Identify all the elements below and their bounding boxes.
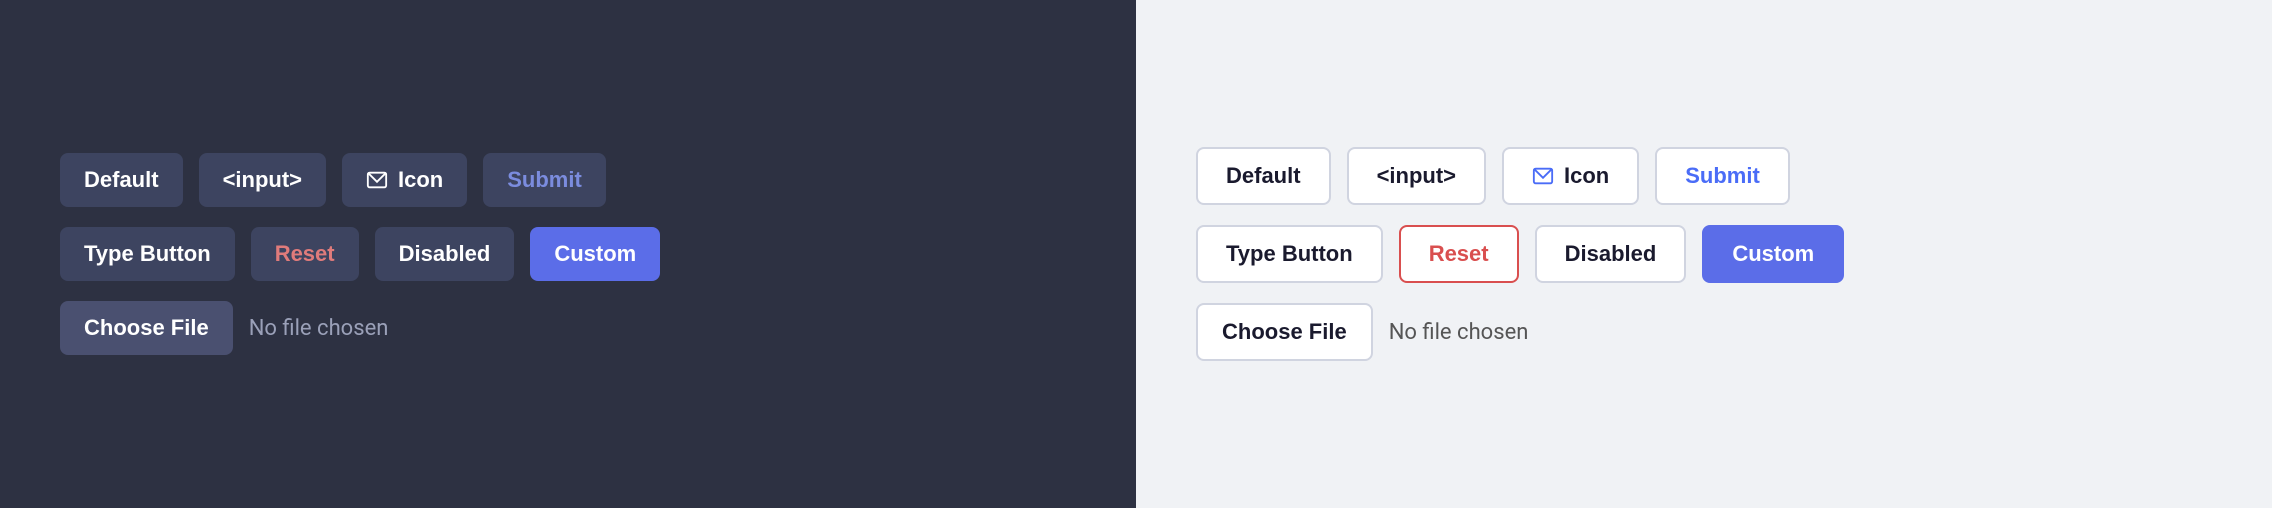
light-icon-button[interactable]: Icon	[1502, 147, 1639, 205]
light-disabled-label: Disabled	[1565, 241, 1657, 267]
dark-no-file-text: No file chosen	[249, 316, 389, 341]
light-choose-file-label: Choose File	[1222, 319, 1347, 344]
dark-choose-file-label: Choose File	[84, 315, 209, 340]
dark-custom-button[interactable]: Custom	[530, 227, 660, 281]
light-submit-button[interactable]: Submit	[1655, 147, 1790, 205]
dark-icon-button[interactable]: Icon	[342, 153, 467, 207]
light-choose-file-button[interactable]: Choose File	[1196, 303, 1373, 361]
dark-submit-label: Submit	[507, 167, 582, 193]
dark-custom-label: Custom	[554, 241, 636, 267]
dark-disabled-button[interactable]: Disabled	[375, 227, 515, 281]
dark-row-3: Choose File No file chosen	[60, 301, 388, 355]
dark-icon-label: Icon	[398, 167, 443, 193]
light-submit-label: Submit	[1685, 163, 1760, 189]
light-icon-label: Icon	[1564, 163, 1609, 189]
light-default-button[interactable]: Default	[1196, 147, 1331, 205]
envelope-icon-light	[1532, 165, 1554, 187]
light-row-3: Choose File No file chosen	[1196, 303, 1528, 361]
dark-default-button[interactable]: Default	[60, 153, 183, 207]
light-type-button-label: Type Button	[1226, 241, 1353, 267]
light-disabled-button[interactable]: Disabled	[1535, 225, 1687, 283]
dark-disabled-label: Disabled	[399, 241, 491, 267]
dark-default-label: Default	[84, 167, 159, 193]
dark-input-label: <input>	[223, 167, 302, 193]
light-custom-button[interactable]: Custom	[1702, 225, 1844, 283]
light-no-file-text: No file chosen	[1389, 320, 1529, 345]
envelope-icon	[366, 169, 388, 191]
light-panel: Default <input> Icon Submit Type Button …	[1136, 0, 2272, 508]
light-reset-button[interactable]: Reset	[1399, 225, 1519, 283]
light-default-label: Default	[1226, 163, 1301, 189]
dark-input-button[interactable]: <input>	[199, 153, 326, 207]
light-input-label: <input>	[1377, 163, 1456, 189]
light-row-1: Default <input> Icon Submit	[1196, 147, 1790, 205]
dark-reset-button[interactable]: Reset	[251, 227, 359, 281]
light-input-button[interactable]: <input>	[1347, 147, 1486, 205]
dark-submit-button[interactable]: Submit	[483, 153, 606, 207]
dark-type-button-label: Type Button	[84, 241, 211, 267]
dark-row-2: Type Button Reset Disabled Custom	[60, 227, 660, 281]
dark-choose-file-button[interactable]: Choose File	[60, 301, 233, 355]
light-reset-label: Reset	[1429, 241, 1489, 267]
dark-reset-label: Reset	[275, 241, 335, 267]
light-custom-label: Custom	[1732, 241, 1814, 267]
light-row-2: Type Button Reset Disabled Custom	[1196, 225, 1844, 283]
dark-row-1: Default <input> Icon Submit	[60, 153, 606, 207]
light-type-button-button[interactable]: Type Button	[1196, 225, 1383, 283]
dark-panel: Default <input> Icon Submit Type Button …	[0, 0, 1136, 508]
dark-type-button-button[interactable]: Type Button	[60, 227, 235, 281]
